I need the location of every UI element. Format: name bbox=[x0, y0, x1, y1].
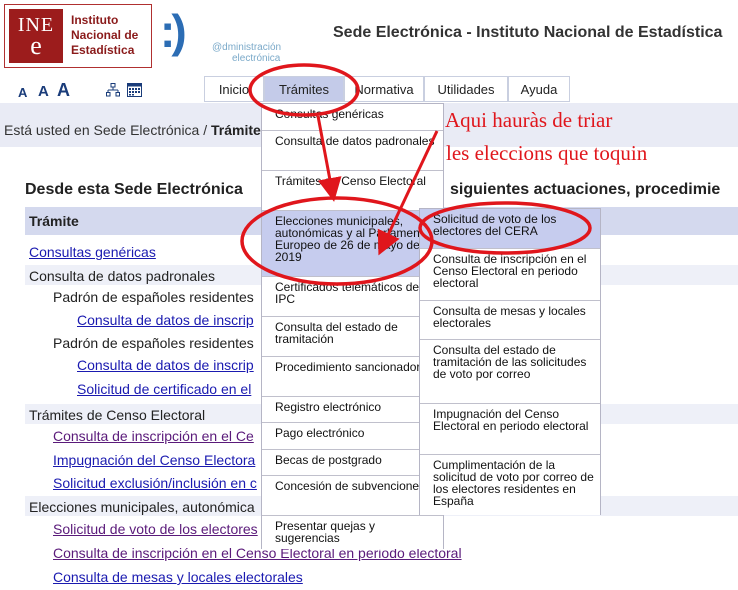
administracion-electronica-logo[interactable]: :) @dministración electrónica bbox=[160, 6, 290, 68]
breadcrumb: Está usted en Sede Electrónica / Trámite… bbox=[4, 122, 269, 138]
tab-ayuda[interactable]: Ayuda bbox=[508, 76, 570, 102]
list-item-link[interactable]: Solicitud de certificado en el bbox=[77, 381, 251, 397]
list-item-subgroup: Padrón de españoles residentes bbox=[53, 335, 254, 351]
menu-item-elecciones[interactable]: Elecciones municipales, autonómicas y al… bbox=[262, 211, 443, 277]
menu-item-datos-padronales[interactable]: Consulta de datos padronales bbox=[262, 131, 443, 171]
submenu-item-inscripcion-censo[interactable]: Consulta de inscripción en el Censo Elec… bbox=[420, 249, 600, 301]
list-item-group: Trámites de Censo Electoral bbox=[29, 407, 206, 423]
menu-item-estado-tramitacion[interactable]: Consulta del estado de tramitación bbox=[262, 317, 443, 357]
menu-item-becas-postgrado[interactable]: Becas de postgrado bbox=[262, 450, 443, 476]
submenu-item-estado-voto-correo[interactable]: Consulta del estado de tramitación de la… bbox=[420, 340, 600, 404]
breadcrumb-current: Trámites bbox=[211, 122, 269, 138]
tab-inicio[interactable]: Inicio bbox=[204, 76, 264, 102]
column-header-tramite: Trámite bbox=[29, 213, 79, 229]
page-heading-continuation: siguientes actuaciones, procedimie bbox=[450, 181, 721, 198]
list-item-group: Consulta de datos padronales bbox=[29, 268, 216, 284]
menu-item-quejas-sugerencias[interactable]: Presentar quejas y sugerencias bbox=[262, 516, 443, 549]
list-item-link[interactable]: Consultas genéricas bbox=[29, 244, 156, 260]
submenu-item-voto-correo-espana[interactable]: Cumplimentación de la solicitud de voto … bbox=[420, 455, 600, 515]
annotation-line-2: les eleccions que toquin bbox=[446, 141, 648, 165]
admin-logo-text: @dministración electrónica bbox=[212, 42, 282, 64]
list-item-link[interactable]: Consulta de mesas y locales electorales bbox=[53, 569, 303, 585]
list-item-subgroup: Padrón de españoles residentes bbox=[53, 289, 254, 305]
submenu-item-mesas-locales[interactable]: Consulta de mesas y locales electorales bbox=[420, 301, 600, 340]
list-item-link[interactable]: Impugnación del Censo Electora bbox=[53, 452, 255, 468]
list-item-link[interactable]: Consulta de datos de inscrip bbox=[77, 357, 254, 373]
menu-item-certificados-ipc[interactable]: Certificados telemáticos del IPC bbox=[262, 277, 443, 317]
submenu-item-impugnacion-censo[interactable]: Impugnación del Censo Electoral en perio… bbox=[420, 404, 600, 455]
page-heading: Desde esta Sede Electrónica bbox=[25, 181, 243, 198]
tab-normativa[interactable]: Normativa bbox=[344, 76, 424, 102]
annotation-line-1: Aqui hauràs de triar bbox=[445, 108, 613, 132]
sitemap-icon[interactable] bbox=[106, 83, 120, 97]
list-item-link[interactable]: Consulta de inscripción en el Ce bbox=[53, 428, 254, 444]
submenu-item-voto-cera[interactable]: Solicitud de voto de los electores del C… bbox=[420, 209, 600, 249]
font-size-medium-button[interactable]: A bbox=[38, 83, 49, 100]
elecciones-submenu: Solicitud de voto de los electores del C… bbox=[419, 208, 601, 515]
menu-item-registro-electronico[interactable]: Registro electrónico bbox=[262, 397, 443, 423]
tab-utilidades[interactable]: Utilidades bbox=[424, 76, 508, 102]
list-item-group: Elecciones municipales, autonómica bbox=[29, 499, 255, 515]
list-item-link[interactable]: Consulta de datos de inscrip bbox=[77, 312, 254, 328]
menu-item-pago-electronico[interactable]: Pago electrónico bbox=[262, 423, 443, 450]
menu-item-subvenciones[interactable]: Concesión de subvenciones bbox=[262, 476, 443, 516]
tab-tramites[interactable]: Trámites bbox=[264, 76, 344, 102]
tramites-dropdown-menu: Consultas genéricas Consulta de datos pa… bbox=[261, 103, 444, 549]
menu-item-procedimiento-sancionador[interactable]: Procedimiento sancionador bbox=[262, 357, 443, 397]
ine-logo-text: Instituto Nacional de Estadística bbox=[71, 13, 139, 57]
font-size-large-button[interactable]: A bbox=[57, 80, 70, 101]
calendar-icon[interactable] bbox=[127, 83, 142, 97]
menu-item-consultas-genericas[interactable]: Consultas genéricas bbox=[262, 104, 443, 131]
list-item-link[interactable]: Solicitud exclusión/inclusión en c bbox=[53, 475, 257, 491]
list-item-link[interactable]: Solicitud de voto de los electores bbox=[53, 521, 258, 537]
ine-logo[interactable]: INE e Instituto Nacional de Estadística bbox=[4, 4, 152, 68]
font-size-small-button[interactable]: A bbox=[18, 85, 27, 100]
ine-logo-mark: INE e bbox=[9, 9, 63, 63]
menu-item-censo-electoral[interactable]: Trámites de Censo Electoral bbox=[262, 171, 443, 211]
smiley-icon: :) bbox=[160, 5, 187, 57]
site-title: Sede Electrónica - Instituto Nacional de… bbox=[333, 24, 723, 41]
